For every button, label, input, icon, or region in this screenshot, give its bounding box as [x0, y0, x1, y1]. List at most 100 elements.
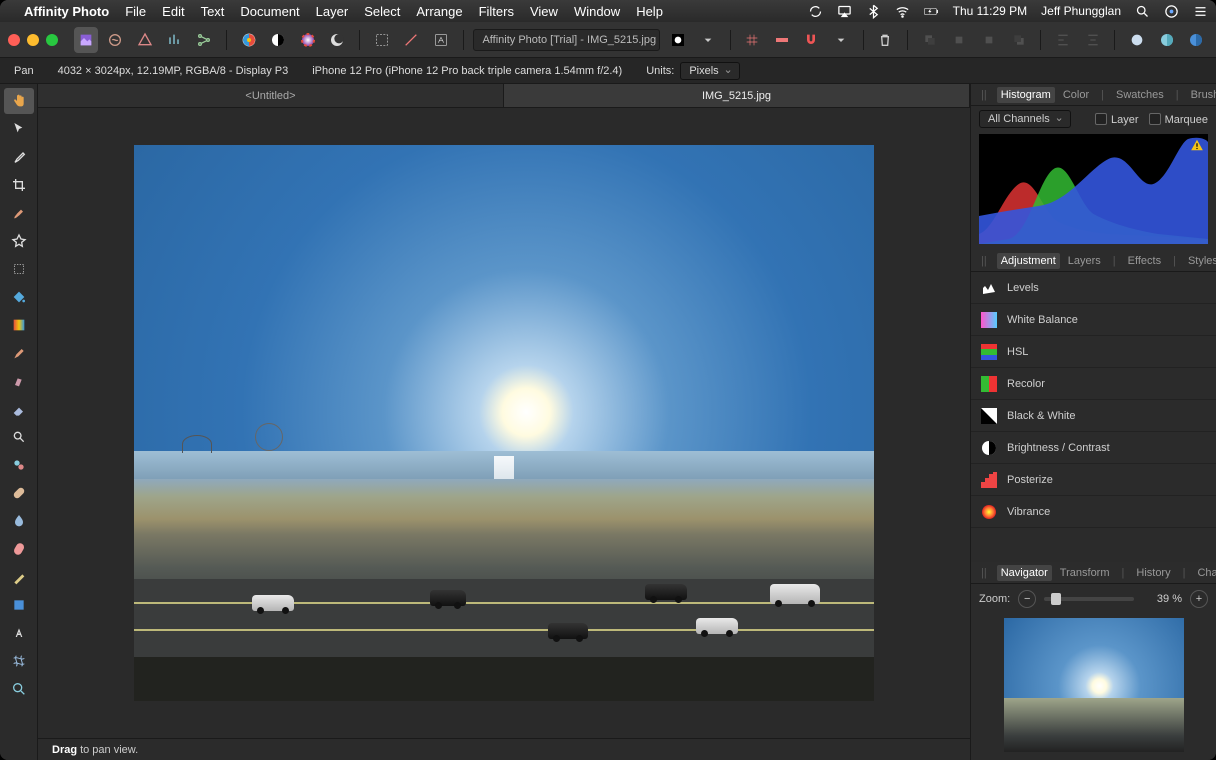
menu-document[interactable]: Document	[240, 4, 299, 19]
dropdown-arrow-icon[interactable]	[696, 27, 720, 53]
clock[interactable]: Thu 11:29 PM	[953, 4, 1027, 18]
tool-erase[interactable]	[4, 396, 34, 422]
tab-histogram[interactable]: Histogram	[997, 87, 1055, 103]
tab-brushes[interactable]: Brushes	[1187, 87, 1216, 103]
tool-pen[interactable]	[4, 564, 34, 590]
tool-clone[interactable]	[4, 452, 34, 478]
tab-swatches[interactable]: Swatches	[1112, 87, 1168, 103]
tool-marquee[interactable]	[4, 256, 34, 282]
tool-view-hand[interactable]	[4, 88, 34, 114]
units-dropdown[interactable]: Pixels	[680, 62, 739, 80]
app-menu[interactable]: Affinity Photo	[24, 4, 109, 19]
align-left-icon[interactable]	[1051, 27, 1075, 53]
hue-wheel-icon[interactable]	[296, 27, 320, 53]
close-window[interactable]	[8, 34, 20, 46]
help-icon[interactable]	[1155, 27, 1179, 53]
persona-photo[interactable]	[74, 27, 98, 53]
dropdown-arrow-icon[interactable]	[829, 27, 853, 53]
persona-liquify[interactable]	[104, 27, 128, 53]
tool-swatch[interactable]	[4, 592, 34, 618]
tool-text[interactable]	[4, 620, 34, 646]
account-icon[interactable]	[1184, 27, 1208, 53]
tool-pixel[interactable]	[4, 368, 34, 394]
battery-icon[interactable]	[924, 4, 939, 19]
tab-color[interactable]: Color	[1059, 87, 1093, 103]
tool-move[interactable]	[4, 116, 34, 142]
tab-styles[interactable]: Styles	[1184, 253, 1216, 269]
zoom-out-button[interactable]: −	[1018, 590, 1036, 608]
adjustment-black-white[interactable]: Black & White	[971, 400, 1216, 432]
menu-arrange[interactable]: Arrange	[416, 4, 462, 19]
contrast-icon[interactable]	[266, 27, 290, 53]
bluetooth-icon[interactable]	[866, 4, 881, 19]
persona-export[interactable]	[192, 27, 216, 53]
tab-transform[interactable]: Transform	[1056, 565, 1114, 581]
spotlight-icon[interactable]	[1135, 4, 1150, 19]
menu-select[interactable]: Select	[364, 4, 400, 19]
zoom-slider[interactable]	[1044, 597, 1134, 601]
panel-collapse-icon[interactable]: ||	[977, 87, 991, 103]
adjustment-brightness[interactable]: Brightness / Contrast	[971, 432, 1216, 464]
panel-collapse-icon[interactable]: ||	[977, 565, 991, 581]
user-name[interactable]: Jeff Phungglan	[1041, 4, 1121, 18]
zoom-window[interactable]	[46, 34, 58, 46]
menu-layer[interactable]: Layer	[316, 4, 349, 19]
tab-layers[interactable]: Layers	[1064, 253, 1105, 269]
tool-eyedropper[interactable]	[4, 144, 34, 170]
adjustment-white-balance[interactable]: White Balance	[971, 304, 1216, 336]
tab-channels[interactable]: Channels	[1193, 565, 1216, 581]
trash-icon[interactable]	[874, 27, 898, 53]
menu-file[interactable]: File	[125, 4, 146, 19]
refine-icon[interactable]	[399, 27, 423, 53]
arrange-back-icon[interactable]	[918, 27, 942, 53]
tool-dodge[interactable]	[4, 424, 34, 450]
tool-flood-select[interactable]	[4, 228, 34, 254]
sync-icon[interactable]	[808, 4, 823, 19]
tab-history[interactable]: History	[1132, 565, 1174, 581]
adjustment-levels[interactable]: Levels	[971, 272, 1216, 304]
tool-inpainting[interactable]	[4, 536, 34, 562]
layer-checkbox[interactable]	[1095, 113, 1107, 125]
tool-flood-fill[interactable]	[4, 284, 34, 310]
tool-selection-brush[interactable]	[4, 200, 34, 226]
minimize-window[interactable]	[27, 34, 39, 46]
menu-filters[interactable]: Filters	[479, 4, 514, 19]
mask-icon[interactable]	[666, 27, 690, 53]
marquee-checkbox[interactable]	[1149, 113, 1161, 125]
ruler-icon[interactable]	[770, 27, 794, 53]
control-center-icon[interactable]	[1193, 4, 1208, 19]
menu-window[interactable]: Window	[574, 4, 620, 19]
arrange-backward-icon[interactable]	[948, 27, 972, 53]
tool-gradient[interactable]	[4, 312, 34, 338]
grid-icon[interactable]	[741, 27, 765, 53]
color-wheel-icon[interactable]	[237, 27, 261, 53]
canvas[interactable]	[38, 108, 970, 738]
persona-develop[interactable]	[133, 27, 157, 53]
tab-untitled[interactable]: <Untitled>	[38, 84, 504, 107]
navigator-thumbnail[interactable]	[1004, 618, 1184, 752]
tab-navigator[interactable]: Navigator	[997, 565, 1052, 581]
adjustment-posterize[interactable]: Posterize	[971, 464, 1216, 496]
tool-crop[interactable]	[4, 172, 34, 198]
menu-help[interactable]: Help	[636, 4, 663, 19]
adjustment-vibrance[interactable]: Vibrance	[971, 496, 1216, 528]
tool-blur[interactable]	[4, 508, 34, 534]
zoom-in-button[interactable]: +	[1190, 590, 1208, 608]
tool-mesh-warp[interactable]	[4, 648, 34, 674]
tab-adjustment[interactable]: Adjustment	[997, 253, 1060, 269]
panel-collapse-icon[interactable]: ||	[977, 253, 991, 269]
arrange-forward-icon[interactable]	[977, 27, 1001, 53]
tool-healing[interactable]	[4, 480, 34, 506]
menu-view[interactable]: View	[530, 4, 558, 19]
airplay-icon[interactable]	[837, 4, 852, 19]
moon-icon[interactable]	[325, 27, 349, 53]
tab-effects[interactable]: Effects	[1124, 253, 1165, 269]
tool-paint-brush[interactable]	[4, 340, 34, 366]
menu-edit[interactable]: Edit	[162, 4, 184, 19]
wifi-icon[interactable]	[895, 4, 910, 19]
align-center-icon[interactable]	[1081, 27, 1105, 53]
tool-zoom[interactable]	[4, 676, 34, 702]
menu-text[interactable]: Text	[201, 4, 225, 19]
tab-img[interactable]: IMG_5215.jpg	[504, 84, 970, 107]
persona-tone[interactable]	[163, 27, 187, 53]
